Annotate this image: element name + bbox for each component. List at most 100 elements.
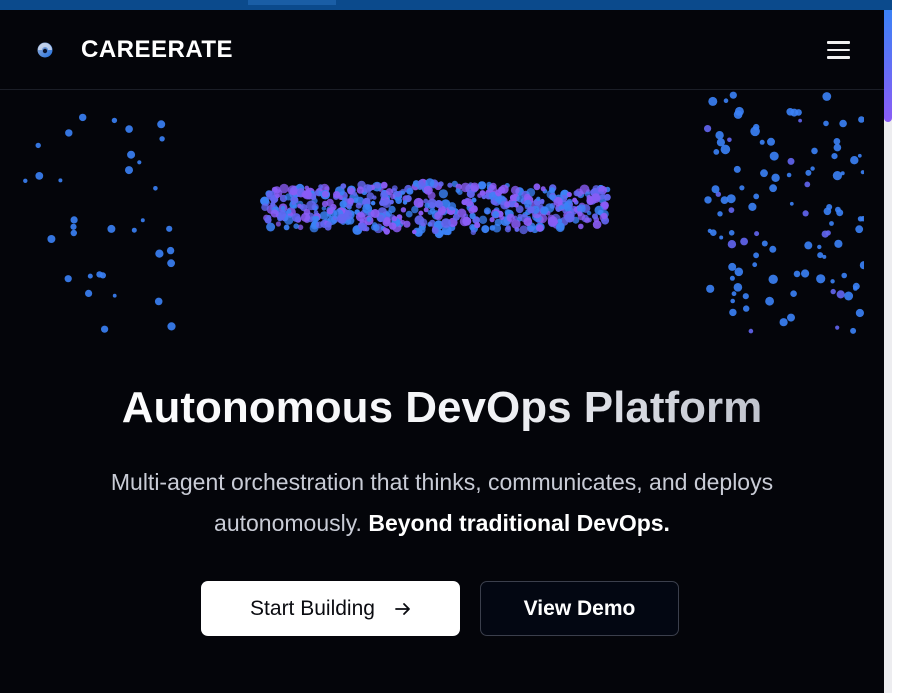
particle — [274, 189, 283, 198]
hero-subtitle-line2: autonomously. — [214, 510, 362, 536]
particle — [372, 222, 378, 228]
particle — [733, 283, 743, 292]
particle — [844, 291, 854, 301]
particle — [438, 189, 448, 199]
particle — [478, 215, 488, 224]
particle — [586, 210, 592, 216]
particle — [759, 139, 765, 145]
particle — [519, 225, 528, 235]
particle — [111, 117, 118, 124]
particle — [157, 120, 166, 129]
particle — [400, 207, 407, 213]
particle — [523, 217, 533, 227]
particle — [58, 178, 63, 183]
particle — [715, 131, 724, 140]
particle — [509, 194, 517, 202]
particle — [566, 191, 572, 198]
particle — [830, 279, 835, 284]
particle — [728, 207, 735, 213]
particle — [291, 213, 301, 222]
particle — [825, 230, 831, 236]
particle — [547, 216, 558, 227]
particle — [70, 229, 77, 237]
particle — [771, 173, 780, 182]
particle — [380, 181, 388, 189]
particle-animation-canvas — [23, 91, 864, 334]
particle — [417, 225, 426, 234]
particle — [536, 196, 541, 201]
particle — [326, 207, 334, 215]
particle — [64, 275, 72, 283]
particle — [125, 166, 133, 175]
particle — [533, 183, 541, 191]
particle — [423, 185, 433, 195]
particle — [70, 216, 78, 224]
particle — [293, 223, 300, 229]
particle — [739, 185, 745, 191]
brand-name[interactable]: CAREERATE — [81, 36, 233, 64]
particle — [549, 187, 556, 194]
particle — [753, 123, 760, 131]
particle — [283, 224, 290, 231]
particle — [728, 230, 735, 236]
particle — [499, 215, 505, 221]
page: CAREERATE Autonomous DevOps Platform Mul… — [0, 0, 906, 693]
particle — [411, 205, 419, 214]
particle — [35, 172, 44, 180]
particle — [379, 199, 386, 206]
particle — [355, 202, 362, 209]
particle — [460, 182, 471, 193]
start-building-button[interactable]: Start Building — [201, 581, 460, 636]
particle — [304, 185, 310, 191]
hero-title: Autonomous DevOps Platform — [0, 378, 884, 438]
particle — [154, 297, 163, 306]
particle — [729, 275, 735, 281]
particle — [96, 271, 103, 278]
particle — [779, 318, 788, 327]
particle — [418, 210, 424, 216]
particle — [266, 222, 276, 232]
particle — [858, 116, 864, 123]
view-demo-label: View Demo — [523, 596, 636, 620]
scrollbar-thumb[interactable] — [884, 10, 892, 122]
particle — [412, 229, 417, 235]
particle — [564, 212, 575, 223]
particle — [280, 205, 286, 211]
particle — [159, 136, 165, 142]
particle — [516, 195, 524, 203]
particle — [370, 200, 376, 206]
hamburger-menu-icon[interactable] — [826, 40, 852, 60]
particle — [340, 183, 347, 189]
particle — [153, 186, 158, 191]
particle — [441, 218, 451, 229]
particle — [823, 120, 829, 127]
particle — [706, 284, 715, 293]
particle — [137, 160, 142, 165]
particle — [131, 227, 137, 233]
particle — [166, 225, 173, 232]
start-building-label: Start Building — [250, 596, 375, 620]
particle — [312, 216, 317, 221]
particle — [769, 151, 779, 161]
particle — [400, 190, 405, 195]
particle — [23, 178, 28, 183]
particle — [810, 166, 815, 171]
particle — [427, 210, 433, 215]
particle — [816, 274, 826, 284]
particle — [167, 259, 176, 268]
particle — [539, 200, 545, 205]
particle — [835, 325, 840, 330]
particle — [713, 149, 720, 155]
particle — [823, 207, 832, 216]
view-demo-button[interactable]: View Demo — [480, 581, 679, 636]
particle — [366, 216, 372, 222]
particle — [302, 190, 312, 200]
particle — [727, 137, 732, 143]
browser-tab[interactable] — [248, 0, 336, 5]
particle — [768, 274, 778, 284]
particle — [760, 169, 768, 178]
particle — [708, 96, 718, 106]
particle — [787, 157, 795, 165]
scrollbar[interactable] — [884, 10, 892, 693]
particle — [811, 147, 818, 155]
